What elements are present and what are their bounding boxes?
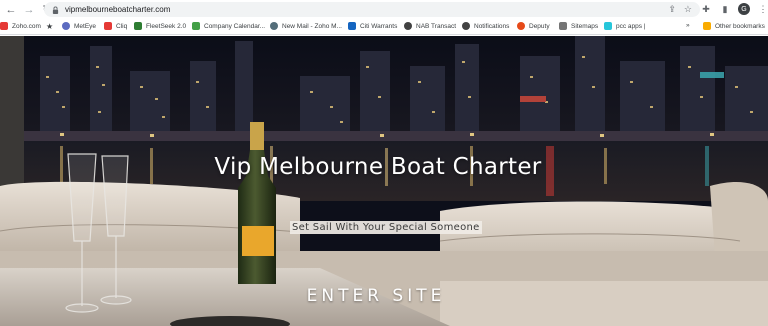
bookmark-star-icon[interactable]: ☆ [684,4,692,15]
bookmark-fleetseek[interactable]: FleetSeek 2.0 [134,22,186,30]
bookmark-cliq[interactable]: Cliq [104,22,127,30]
hero-background-image [0,36,768,326]
address-bar[interactable]: vipmelbourneboatcharter.com ⇪ ☆ [44,2,700,17]
calendar-favicon-icon [192,22,200,30]
bookmark-sitemaps[interactable]: Sitemaps [559,22,598,30]
browser-toolbar: ← → ↻ vipmelbourneboatcharter.com ⇪ ☆ ✚ … [0,0,768,19]
bookmark-nab-transact[interactable]: NAB Transact [404,22,456,30]
pcc-favicon-icon [604,22,612,30]
sitemaps-favicon-icon [559,22,567,30]
back-arrow-icon[interactable]: ← [4,3,18,17]
other-bookmarks-folder[interactable]: Other bookmarks [703,22,765,30]
bookmark-deputy[interactable]: Deputy [517,22,550,30]
avatar[interactable]: G [738,3,750,15]
globe-favicon-icon [404,22,412,30]
citi-favicon-icon [348,22,356,30]
bookmark-new-mail[interactable]: New Mail - Zoho M... [270,22,342,30]
zoho-favicon-icon [0,22,8,30]
enter-site-button[interactable]: ENTER SITE [296,286,456,306]
hero-title: Vip Melbourne Boat Charter [214,154,542,180]
bookmark-citi-warrants[interactable]: Citi Warrants [348,22,397,30]
extensions-icon[interactable]: ✚ [700,2,712,16]
bookmark-notifications[interactable]: Notifications [462,22,509,30]
cliq-favicon-icon [104,22,112,30]
lock-icon [52,6,59,14]
bookmarks-bar: Zoho.com ★ MetEye Cliq FleetSeek 2.0 Com… [0,19,768,35]
bookmark-company-calendar[interactable]: Company Calendar... [192,22,265,30]
hero-subtitle: Set Sail With Your Special Someone [290,221,482,234]
bookmarks-overflow-button[interactable]: » [686,22,690,29]
deputy-favicon-icon [517,22,525,30]
hero-section: Vip Melbourne Boat Charter Set Sail With… [0,36,768,326]
fleetseek-favicon-icon [134,22,142,30]
bookmark-zoho[interactable]: Zoho.com [0,22,41,30]
side-panel-icon[interactable]: ▮ [719,2,731,16]
globe-favicon-icon [462,22,470,30]
bookmark-meteye[interactable]: MetEye [62,22,96,30]
mail-favicon-icon [270,22,278,30]
forward-arrow-icon[interactable]: → [22,3,36,17]
url-text: vipmelbourneboatcharter.com [65,5,171,14]
menu-dots-icon[interactable]: ⋮ [757,2,768,16]
folder-icon [703,22,711,30]
bookmark-star-item-icon[interactable]: ★ [46,22,53,31]
bookmark-pcc-apps[interactable]: pcc apps | [604,22,646,30]
share-icon[interactable]: ⇪ [668,4,676,15]
meteye-favicon-icon [62,22,70,30]
